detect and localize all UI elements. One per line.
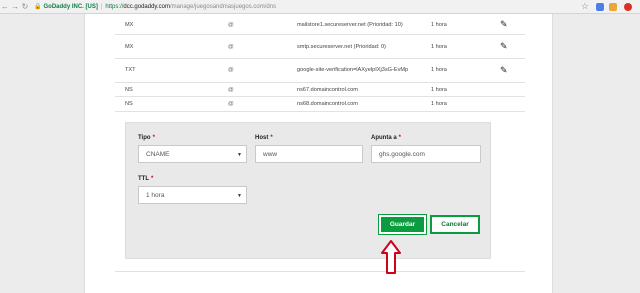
url-path[interactable]: /manage/juegosandmasjuegos.com/dns	[170, 4, 276, 10]
record-type: MX	[125, 22, 134, 28]
record-ttl: 1 hora	[431, 67, 447, 73]
table-row: MX @ smtp.secureserver.net (Prioridad: 0…	[115, 35, 525, 59]
table-row: MX @ mailstore1.secureserver.net (Priori…	[115, 14, 525, 35]
forward-icon[interactable]: →	[10, 0, 20, 14]
ttl-label: TTL *	[138, 176, 154, 182]
host-input[interactable]: www	[255, 145, 363, 163]
url-scheme[interactable]: https://	[105, 4, 123, 10]
extension-icon[interactable]	[609, 3, 617, 11]
cancel-button[interactable]: Cancelar	[430, 215, 480, 234]
type-select-value: CNAME	[146, 150, 170, 158]
table-row: NS @ ns67.domaincontrol.com 1 hora	[115, 83, 525, 97]
record-ttl: 1 hora	[431, 44, 447, 50]
record-type: NS	[125, 87, 133, 93]
host-label: Host *	[255, 135, 273, 141]
points-to-label: Apunta a *	[371, 135, 402, 141]
record-value: mailstore1.secureserver.net (Prioridad: …	[297, 22, 403, 28]
points-to-input[interactable]: ghs.google.com	[371, 145, 481, 163]
edit-pencil-icon[interactable]: ✎	[500, 19, 508, 30]
record-name: @	[228, 22, 234, 28]
record-type: NS	[125, 101, 133, 107]
table-row: TXT @ google-site-verification=lAXyelpIX…	[115, 59, 525, 83]
record-type: TXT	[125, 67, 136, 73]
bookmark-star-icon[interactable]: ☆	[581, 1, 589, 12]
divider	[115, 271, 525, 272]
record-name: @	[228, 87, 234, 93]
edit-pencil-icon[interactable]: ✎	[500, 65, 508, 76]
url-separator: |	[100, 3, 103, 10]
record-ttl: 1 hora	[431, 87, 447, 93]
add-record-form: Tipo * CNAME ▼ Host * www Apunta a * ghs.go…	[125, 122, 491, 259]
dns-panel: MX @ mailstore1.secureserver.net (Priori…	[84, 14, 553, 293]
dns-records-table: MX @ mailstore1.secureserver.net (Priori…	[115, 14, 525, 112]
record-ttl: 1 hora	[431, 22, 447, 28]
certificate-org[interactable]: GoDaddy INC. [US]	[43, 4, 97, 10]
record-name: @	[228, 101, 234, 107]
edit-pencil-icon[interactable]: ✎	[500, 41, 508, 52]
ttl-select[interactable]: 1 hora ▼	[138, 186, 247, 204]
annotation-arrow-icon	[381, 240, 401, 274]
record-value: smtp.secureserver.net (Prioridad: 0)	[297, 44, 386, 50]
extension-icon[interactable]	[596, 3, 604, 11]
chevron-down-icon: ▼	[237, 152, 242, 158]
points-to-input-value: ghs.google.com	[379, 150, 425, 158]
record-type: MX	[125, 44, 134, 50]
record-value: ns67.domaincontrol.com	[297, 87, 358, 93]
type-select[interactable]: CNAME ▼	[138, 145, 247, 163]
record-value: google-site-verification=lAXyelpIXj3sG-E…	[297, 67, 409, 73]
chevron-down-icon: ▼	[237, 193, 242, 199]
record-ttl: 1 hora	[431, 101, 447, 107]
record-value: ns68.domaincontrol.com	[297, 101, 358, 107]
host-input-value: www	[263, 150, 278, 158]
url-host[interactable]: dcc.godaddy.com	[123, 4, 170, 10]
record-name: @	[228, 44, 234, 50]
type-label: Tipo *	[138, 135, 155, 141]
ttl-select-value: 1 hora	[146, 191, 165, 199]
extension-icon[interactable]	[624, 3, 632, 11]
browser-toolbar: ← → ↻ 🔒 GoDaddy INC. [US] | https:// dcc…	[0, 0, 640, 14]
lock-icon: 🔒	[34, 4, 42, 10]
table-row: NS @ ns68.domaincontrol.com 1 hora	[115, 97, 525, 112]
reload-icon[interactable]: ↻	[20, 0, 30, 14]
save-button[interactable]: Guardar	[378, 214, 427, 235]
back-icon[interactable]: ←	[0, 0, 10, 14]
record-name: @	[228, 67, 234, 73]
